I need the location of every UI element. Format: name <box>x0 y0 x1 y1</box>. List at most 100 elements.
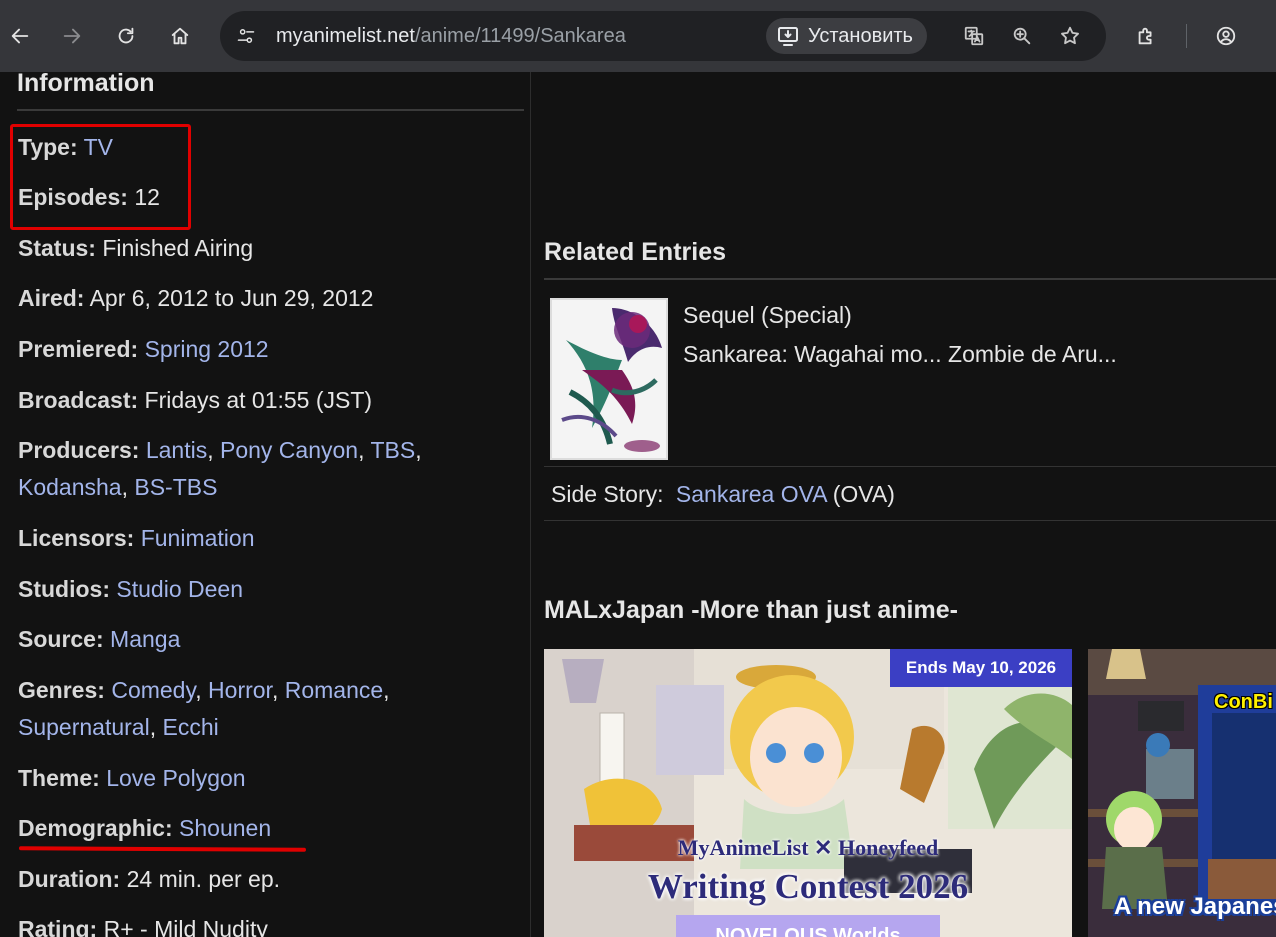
producer-link[interactable]: Pony Canyon <box>220 437 358 463</box>
info-genres-label: Genres: <box>18 677 105 703</box>
genre-link[interactable]: Horror <box>208 677 272 703</box>
info-broadcast-value: Fridays at 01:55 (JST) <box>144 387 373 413</box>
info-studios: Studios: Studio Deen <box>18 571 518 608</box>
reload-icon <box>118 27 134 44</box>
malxjapan-heading: MALxJapan -More than just anime- <box>544 596 958 624</box>
information-sidebar: Information Type: TV Episodes: 12 Status… <box>0 72 530 937</box>
producer-link[interactable]: TBS <box>370 437 415 463</box>
info-producers-label: Producers: <box>18 437 140 463</box>
install-desktop-icon <box>778 27 798 46</box>
side-story-type: (OVA) <box>832 481 895 507</box>
list-separator: , <box>207 437 214 463</box>
info-premiered-link[interactable]: Spring 2012 <box>145 336 269 362</box>
annotation-box <box>10 124 191 230</box>
side-story-link[interactable]: Sankarea OVA <box>676 481 826 507</box>
sequel-relation: Sequel (Special) <box>683 302 852 328</box>
genre-link[interactable]: Supernatural <box>18 714 150 740</box>
side-story-label: Side Story: <box>551 481 664 507</box>
zoom-in-icon <box>1013 27 1031 45</box>
information-heading: Information <box>17 72 155 97</box>
list-separator: , <box>195 677 202 703</box>
producer-link[interactable]: Lantis <box>146 437 207 463</box>
info-source: Source: Manga <box>18 621 518 658</box>
arrow-left-icon <box>11 28 29 44</box>
home-button[interactable] <box>162 18 198 54</box>
info-theme: Theme: Love Polygon <box>18 760 518 797</box>
address-bar[interactable]: myanimelist.net/anime/11499/Sankarea Уст… <box>220 11 1106 61</box>
extensions-button[interactable] <box>1128 18 1164 54</box>
genre-link[interactable]: Comedy <box>111 677 195 703</box>
list-separator: , <box>415 437 422 463</box>
contest-title-text: Writing Contest 2026 <box>647 867 969 906</box>
url-path: /anime/11499/Sankarea <box>414 25 626 47</box>
column-divider <box>530 72 531 937</box>
star-icon <box>1061 26 1079 45</box>
info-premiered: Premiered: Spring 2012 <box>18 331 518 368</box>
sequel-thumbnail[interactable] <box>550 298 668 460</box>
info-duration-label: Duration: <box>18 866 121 892</box>
list-separator: , <box>271 677 279 703</box>
account-icon <box>1216 26 1236 46</box>
translate-icon <box>964 26 984 46</box>
url-text[interactable]: myanimelist.net/anime/11499/Sankarea <box>276 25 626 48</box>
list-separator: , <box>149 714 157 740</box>
contest-subtitle-text: NOVELOUS Worlds <box>676 915 940 937</box>
puzzle-icon <box>1138 27 1152 45</box>
related-entries-heading: Related Entries <box>544 238 727 266</box>
writing-contest-banner[interactable]: Ends May 10, 2026 MyAnimeList ✕ Honeyfee… <box>544 649 1072 937</box>
info-duration-value: 24 min. per ep. <box>126 866 281 892</box>
info-aired: Aired: Apr 6, 2012 to Jun 29, 2012 <box>18 280 518 317</box>
info-licensors-link[interactable]: Funimation <box>141 525 255 551</box>
site-info-button[interactable] <box>230 20 262 52</box>
list-separator: , <box>121 474 128 500</box>
related-row-divider <box>544 520 1276 521</box>
info-demographic-link[interactable]: Shounen <box>179 815 271 841</box>
info-duration: Duration: 24 min. per ep. <box>18 861 518 898</box>
genre-link[interactable]: Ecchi <box>162 714 218 740</box>
profile-button[interactable] <box>1208 18 1244 54</box>
forward-button[interactable] <box>54 18 90 54</box>
info-rating-label: Rating: <box>18 916 98 937</box>
bookmark-button[interactable] <box>1054 20 1086 52</box>
back-button[interactable] <box>2 18 38 54</box>
info-source-label: Source: <box>18 626 104 652</box>
arrow-right-icon <box>63 28 81 44</box>
browser-toolbar: myanimelist.net/anime/11499/Sankarea Уст… <box>0 0 1276 72</box>
contest-deadline-badge: Ends May 10, 2026 <box>890 649 1072 687</box>
japan-game-banner[interactable]: ConBi A new Japanes <box>1088 649 1276 937</box>
tune-icon <box>237 29 255 44</box>
info-genres: Genres: Comedy, Horror, Romance, Superna… <box>18 672 518 746</box>
side-story-row: Side Story: Sankarea OVA (OVA) <box>551 481 895 508</box>
info-rating-value: R+ - Mild Nudity <box>103 916 268 937</box>
annotation-underline <box>18 846 307 852</box>
home-icon <box>171 27 189 45</box>
page-content: Information Type: TV Episodes: 12 Status… <box>0 72 1276 937</box>
sequel-title-link[interactable]: Sankarea: Wagahai mo... Zombie de Aru... <box>683 341 1117 368</box>
install-label: Установить <box>808 24 913 47</box>
zoom-button[interactable] <box>1006 20 1038 52</box>
translate-button[interactable] <box>958 20 990 52</box>
url-host: myanimelist.net <box>276 25 415 47</box>
info-theme-label: Theme: <box>18 765 100 791</box>
info-studios-link[interactable]: Studio Deen <box>116 576 243 602</box>
info-theme-link[interactable]: Love Polygon <box>106 765 245 791</box>
sequel-cover-image <box>552 300 666 458</box>
information-heading-rule <box>17 109 524 111</box>
reload-button[interactable] <box>108 18 144 54</box>
toolbar-separator <box>1186 24 1187 48</box>
genre-link[interactable]: Romance <box>285 677 383 703</box>
info-broadcast: Broadcast: Fridays at 01:55 (JST) <box>18 382 518 419</box>
related-entries-rule <box>544 278 1276 280</box>
producer-link[interactable]: Kodansha <box>18 474 122 500</box>
info-licensors: Licensors: Funimation <box>18 520 518 557</box>
info-source-link[interactable]: Manga <box>110 626 180 652</box>
list-separator: , <box>358 437 365 463</box>
related-row-divider <box>544 466 1276 467</box>
install-app-button[interactable]: Установить <box>766 18 927 54</box>
game-banner-tagline: A new Japanes <box>1114 893 1276 920</box>
producer-link[interactable]: BS-TBS <box>134 474 217 500</box>
info-status: Status: Finished Airing <box>18 230 518 267</box>
info-status-value: Finished Airing <box>102 235 254 261</box>
info-rating: Rating: R+ - Mild Nudity <box>18 911 518 937</box>
game-banner-title: ConBi <box>1214 691 1273 713</box>
